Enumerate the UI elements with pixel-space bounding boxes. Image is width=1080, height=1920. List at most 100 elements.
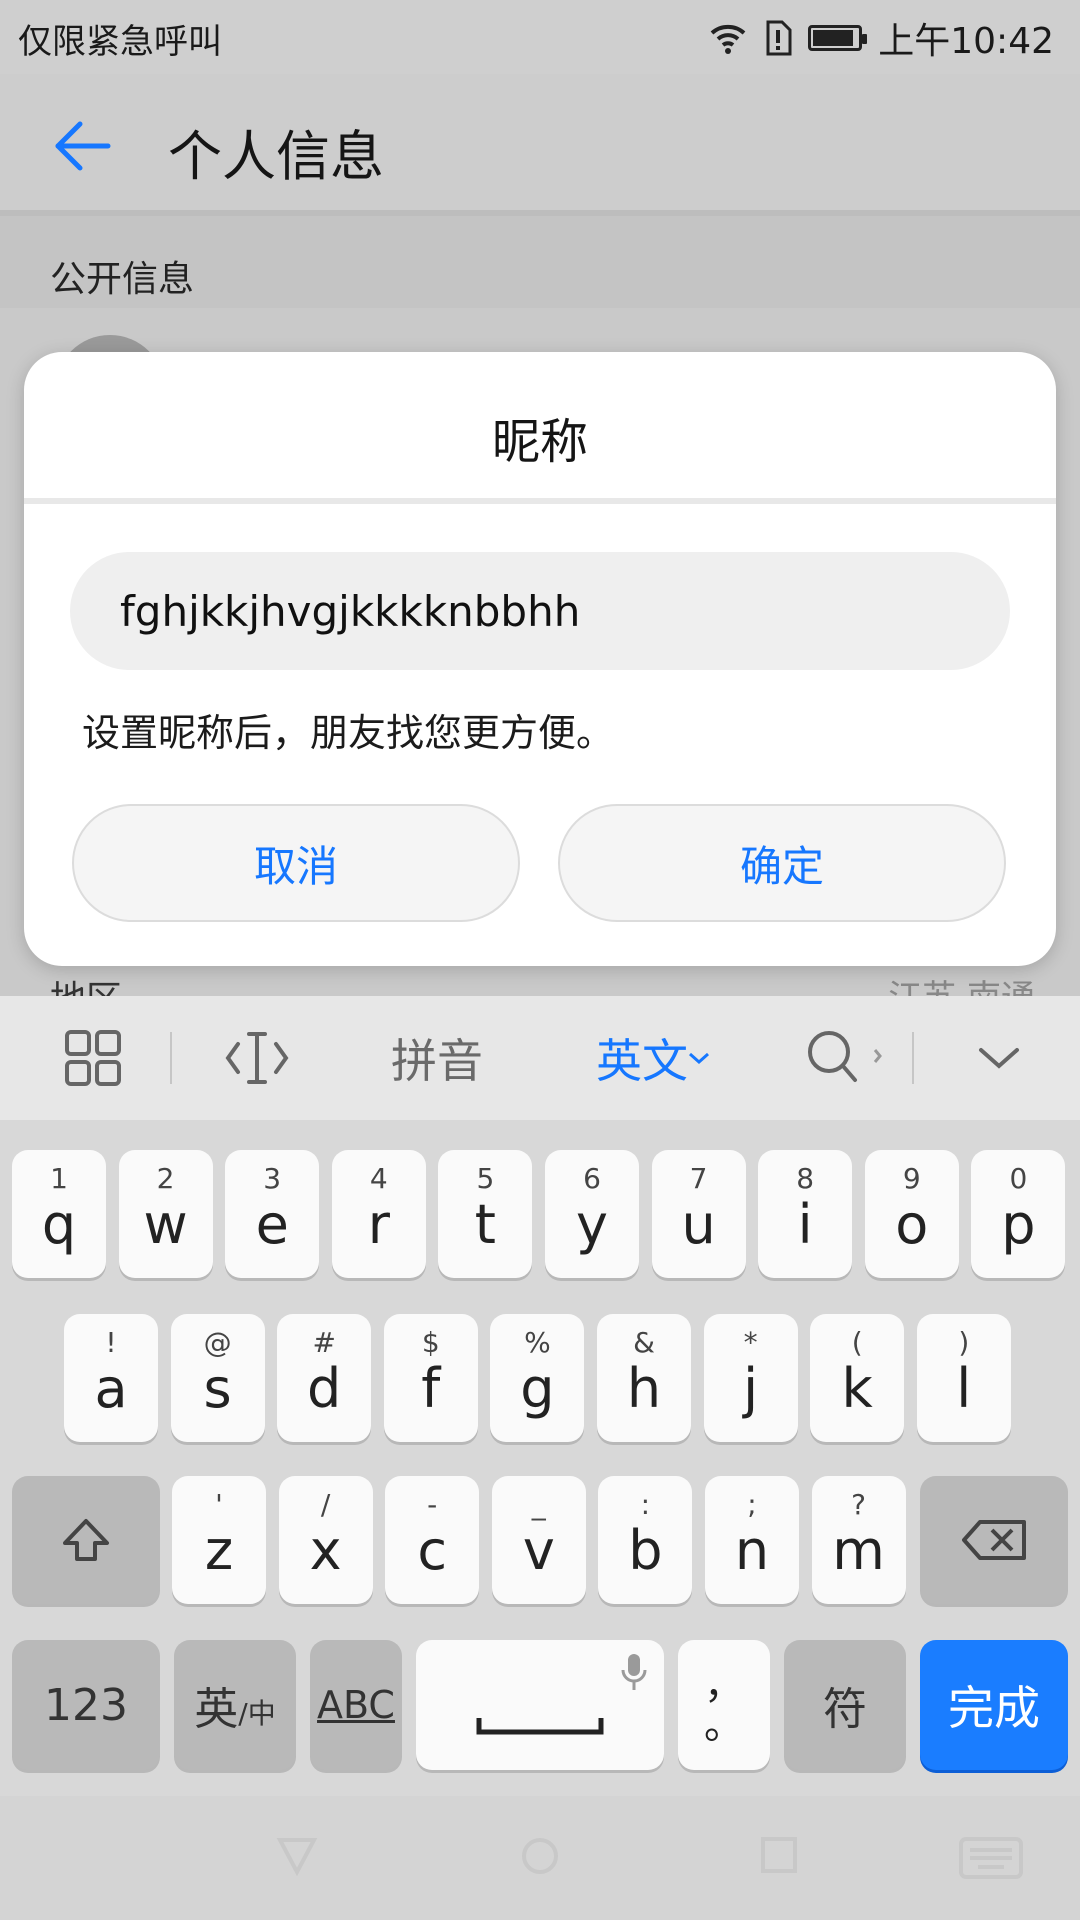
- shift-key[interactable]: [12, 1476, 160, 1604]
- abc-key-label: ABC: [317, 1683, 395, 1727]
- key-b[interactable]: :b: [598, 1476, 693, 1604]
- key-secondary-label: -: [427, 1488, 438, 1521]
- carrier-status-text: 仅限紧急呼叫: [18, 22, 222, 62]
- key-m[interactable]: ? m: [811, 1476, 906, 1604]
- key-z[interactable]: ' z: [172, 1476, 266, 1604]
- text-cursor-icon[interactable]: [214, 1010, 300, 1106]
- app-bar: [0, 74, 1080, 212]
- collapse-chevron-icon[interactable]: [956, 1010, 1042, 1106]
- key-primary-label: e: [255, 1193, 289, 1256]
- backspace-key[interactable]: [920, 1476, 1068, 1604]
- key-secondary-label: 9: [902, 1162, 921, 1195]
- key-h[interactable]: & h: [597, 1314, 691, 1442]
- key-primary-label: j: [743, 1357, 759, 1420]
- key-secondary-label: &: [633, 1326, 655, 1359]
- space-key[interactable]: [416, 1640, 664, 1770]
- key-secondary-label: %: [524, 1326, 551, 1359]
- key-primary-label: q: [41, 1193, 77, 1256]
- numbers-key[interactable]: 123: [12, 1640, 160, 1770]
- key-q[interactable]: 1q: [12, 1150, 106, 1278]
- key-primary-label: g: [520, 1357, 555, 1420]
- key-secondary-label: ': [215, 1488, 223, 1521]
- key-primary-label: x: [309, 1519, 342, 1582]
- key-secondary-label: ;: [747, 1488, 757, 1521]
- done-key[interactable]: 完成: [920, 1640, 1068, 1770]
- key-i[interactable]: 8i: [758, 1150, 853, 1278]
- key-secondary-label: *: [743, 1326, 758, 1359]
- key-e[interactable]: 3e: [225, 1150, 320, 1278]
- key-k[interactable]: (k: [810, 1314, 905, 1442]
- key-secondary-label: 4: [369, 1162, 388, 1195]
- clock: 上午10:42: [878, 21, 1054, 62]
- key-w[interactable]: 2w: [118, 1150, 213, 1278]
- key-primary-label: n: [734, 1519, 770, 1582]
- language-switch-key[interactable]: 英/中: [174, 1640, 296, 1770]
- key-primary-label: m: [832, 1519, 885, 1582]
- keyboard-toolbar: [0, 996, 1080, 1120]
- search-icon[interactable]: [790, 1010, 900, 1106]
- key-primary-label: u: [681, 1193, 716, 1256]
- dialog-hint: 设置昵称后，朋友找您更方便。: [82, 711, 615, 755]
- key-secondary-label: ): [958, 1326, 970, 1359]
- key-t[interactable]: 5t: [438, 1150, 533, 1278]
- key-primary-label: a: [94, 1357, 128, 1420]
- pinyin-mode-button[interactable]: 拼音: [370, 1010, 504, 1106]
- wifi-icon: [710, 24, 746, 54]
- key-y[interactable]: 6y: [545, 1150, 639, 1278]
- confirm-button[interactable]: 确定: [558, 804, 1006, 922]
- sim-alert-icon: [766, 20, 792, 56]
- key-primary-label: z: [204, 1519, 234, 1582]
- key-n[interactable]: ; n: [705, 1476, 799, 1604]
- key-a[interactable]: ! a: [64, 1314, 158, 1442]
- key-primary-label: w: [143, 1193, 188, 1256]
- key-secondary-label: 0: [1009, 1162, 1028, 1195]
- grid-icon[interactable]: [50, 1010, 136, 1106]
- arrow-left-icon[interactable]: [50, 114, 114, 178]
- key-secondary-label: /: [320, 1488, 331, 1521]
- cancel-button[interactable]: 取消: [72, 804, 520, 922]
- recents-square-icon[interactable]: [760, 1836, 798, 1874]
- key-primary-label: v: [522, 1519, 555, 1582]
- key-primary-label: d: [307, 1357, 342, 1420]
- key-c[interactable]: -c: [385, 1476, 480, 1604]
- key-primary-label: y: [576, 1193, 608, 1256]
- key-x[interactable]: / x: [278, 1476, 373, 1604]
- key-primary-label: t: [474, 1193, 496, 1256]
- abc-key[interactable]: ABC: [310, 1640, 402, 1770]
- punctuation-key[interactable]: ，。: [678, 1640, 770, 1770]
- key-primary-label: h: [626, 1357, 662, 1420]
- key-o[interactable]: 9o: [864, 1150, 959, 1278]
- key-primary-label: s: [203, 1357, 232, 1420]
- key-r[interactable]: 4r: [331, 1150, 426, 1278]
- english-mode-button[interactable]: 英文: [586, 1010, 720, 1106]
- page-title: 个人信息: [168, 125, 384, 188]
- keyboard-icon[interactable]: [958, 1836, 1024, 1880]
- key-p[interactable]: 0p: [971, 1150, 1066, 1278]
- key-g[interactable]: % g: [490, 1314, 585, 1442]
- symbols-key[interactable]: 符: [784, 1640, 906, 1770]
- dialog-divider: [24, 498, 1056, 504]
- key-secondary-label: ?: [851, 1488, 867, 1521]
- key-v[interactable]: _ v: [491, 1476, 586, 1604]
- chevron-down-icon: [689, 1052, 709, 1065]
- nickname-input[interactable]: [70, 552, 1010, 670]
- key-primary-label: b: [628, 1519, 663, 1582]
- key-j[interactable]: * j: [703, 1314, 798, 1442]
- key-secondary-label: @: [203, 1326, 232, 1359]
- key-secondary-label: 2: [156, 1162, 175, 1195]
- key-secondary-label: 7: [689, 1162, 708, 1195]
- key-u[interactable]: 7u: [651, 1150, 746, 1278]
- key-d[interactable]: # d: [277, 1314, 372, 1442]
- symbols-key-label: 符: [823, 1684, 867, 1735]
- key-l[interactable]: ) l: [916, 1314, 1011, 1442]
- home-circle-icon[interactable]: [520, 1836, 560, 1876]
- key-s[interactable]: @ s: [170, 1314, 265, 1442]
- toolbar-separator: [912, 1032, 914, 1084]
- key-primary-label: p: [1001, 1193, 1036, 1256]
- key-f[interactable]: $ f: [383, 1314, 478, 1442]
- back-triangle-icon[interactable]: [276, 1836, 318, 1876]
- key-primary-label: f: [421, 1357, 441, 1420]
- key-secondary-label: 5: [476, 1162, 495, 1195]
- nickname-dialog: 昵称 设置昵称后，朋友找您更方便。 取消 确定: [24, 352, 1056, 966]
- key-primary-label: c: [417, 1519, 448, 1582]
